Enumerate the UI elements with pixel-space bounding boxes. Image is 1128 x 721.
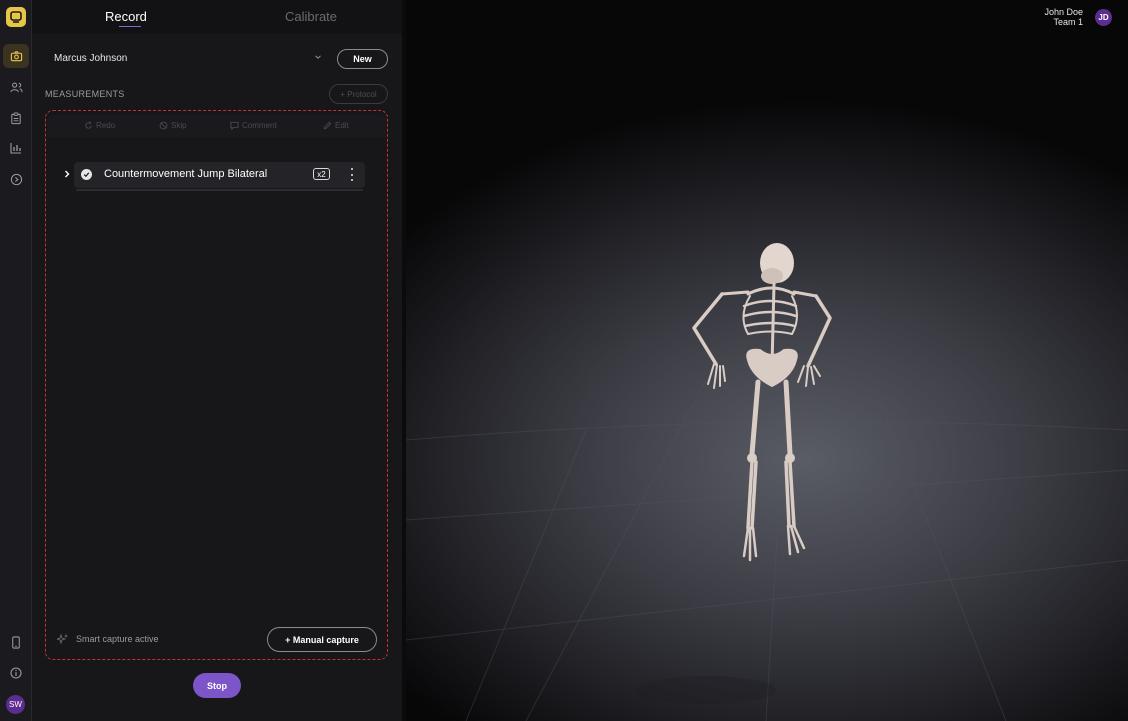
user-avatar[interactable]: JD — [1095, 9, 1112, 26]
bar-chart-icon — [10, 143, 21, 154]
phone-icon — [12, 635, 20, 649]
camera-icon — [10, 50, 22, 61]
more-options-icon[interactable] — [349, 168, 355, 181]
sparkles-icon — [57, 633, 69, 645]
edit-button[interactable]: Edit — [323, 121, 349, 130]
manual-capture-button[interactable]: + Manual capture — [267, 627, 377, 652]
tab-record-label: Record — [105, 9, 147, 24]
add-protocol-button[interactable]: + Protocol — [329, 84, 388, 104]
clipboard-icon — [11, 111, 21, 124]
expand-chevron-icon[interactable] — [63, 169, 71, 179]
measurement-item-progress — [76, 189, 363, 191]
3d-viewport[interactable]: John Doe Team 1 JD — [406, 0, 1128, 721]
nav-playback[interactable] — [3, 167, 29, 191]
users-icon — [9, 82, 23, 92]
nav-info[interactable] — [3, 661, 29, 685]
nav-rail: SW — [0, 0, 32, 721]
measurements-heading: MEASUREMENTS — [45, 89, 125, 99]
measurement-item[interactable]: Countermovement Jump Bilateral x2 — [74, 162, 365, 188]
tab-record[interactable]: Record — [105, 9, 147, 27]
new-button[interactable]: New — [337, 49, 388, 69]
skip-icon — [159, 121, 168, 130]
edit-label: Edit — [335, 121, 349, 130]
repetition-count-badge: x2 — [313, 168, 330, 180]
comment-button[interactable]: Comment — [230, 121, 277, 130]
stop-button[interactable]: Stop — [193, 673, 241, 698]
app-logo[interactable] — [6, 7, 26, 27]
edit-icon — [323, 121, 332, 130]
chevron-down-icon[interactable] — [314, 53, 322, 61]
user-team: Team 1 — [1053, 17, 1083, 27]
measurement-item-label: Countermovement Jump Bilateral — [104, 168, 268, 180]
tab-bar: Record Calibrate — [32, 0, 402, 34]
info-icon — [10, 667, 22, 679]
measurement-toolbar: Redo Skip Comment Edit — [47, 115, 386, 137]
tab-calibrate[interactable]: Calibrate — [285, 9, 337, 24]
skip-button[interactable]: Skip — [159, 121, 187, 130]
skeleton-model — [692, 243, 832, 562]
logo-icon — [10, 11, 22, 23]
nav-protocols[interactable] — [3, 106, 29, 130]
user-name: John Doe — [1044, 7, 1083, 17]
check-circle-icon — [81, 169, 92, 180]
comment-icon — [230, 121, 239, 130]
skip-label: Skip — [171, 121, 187, 130]
redo-label: Redo — [96, 121, 116, 130]
redo-icon — [85, 121, 92, 129]
tab-calibrate-label: Calibrate — [285, 9, 338, 24]
user-avatar-small[interactable]: SW — [6, 695, 25, 714]
redo-button[interactable]: Redo — [84, 121, 115, 130]
smart-capture-status: Smart capture active — [57, 633, 159, 645]
record-panel: Record Calibrate Marcus Johnson New MEAS… — [32, 0, 402, 721]
nav-analytics[interactable] — [3, 136, 29, 160]
measurements-dropzone: Redo Skip Comment Edit Countermovement J… — [45, 110, 388, 660]
comment-label: Comment — [242, 121, 277, 130]
user-info[interactable]: John Doe Team 1 — [1044, 7, 1083, 27]
tab-active-indicator — [119, 26, 141, 27]
nav-athletes[interactable] — [3, 75, 29, 99]
athlete-select-value[interactable]: Marcus Johnson — [54, 53, 127, 64]
smart-capture-label: Smart capture active — [76, 634, 159, 644]
nav-record[interactable] — [3, 44, 29, 68]
nav-device[interactable] — [3, 630, 29, 654]
play-circle-icon — [10, 173, 22, 185]
